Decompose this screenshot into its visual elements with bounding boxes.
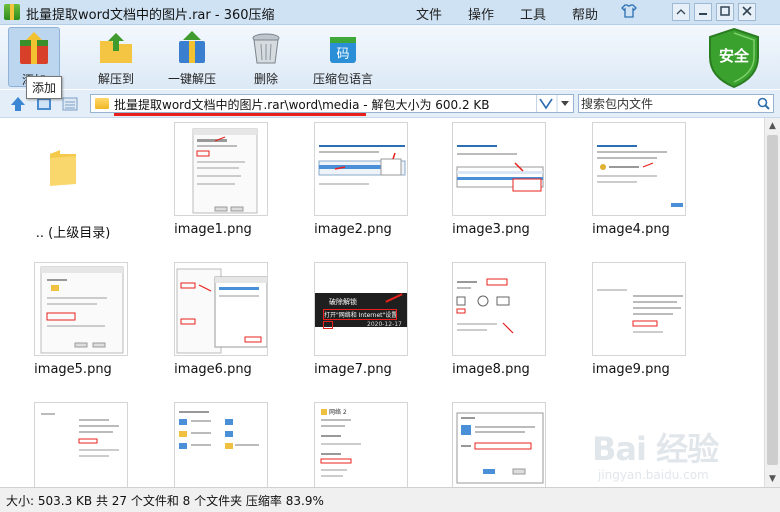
file-item-image9[interactable]: image9.png [566, 258, 696, 386]
menu-operate[interactable]: 操作 [468, 4, 494, 23]
status-bar: 大小: 503.3 KB 共 27 个文件和 8 个文件夹 压缩率 83.9% [0, 487, 780, 512]
watermark-brand: Bai 经验 [592, 430, 719, 468]
path-text: 批量提取word文档中的图片.rar\word\media - 解包大小为 60… [114, 98, 490, 112]
folder-icon [95, 98, 109, 109]
search-icon[interactable] [757, 97, 770, 110]
file-item-image6[interactable]: image6.png [148, 258, 278, 386]
archive-language-icon: 码 [330, 37, 356, 63]
scroll-down-icon[interactable]: ▼ [765, 471, 780, 487]
path-field[interactable]: 批量提取word文档中的图片.rar\word\media - 解包大小为 60… [90, 94, 574, 113]
path-dropdown[interactable] [536, 95, 573, 112]
add-archive-icon [20, 32, 48, 64]
add-tooltip: 添加 [26, 76, 63, 99]
path-highlight-underline [114, 113, 366, 116]
trash-icon [252, 33, 280, 64]
file-item-image4[interactable]: image4.png [566, 118, 696, 246]
file-item-image1[interactable]: image1.png [148, 118, 278, 246]
close-icon[interactable] [738, 3, 756, 21]
delete-label: 删除 [253, 72, 278, 86]
extract-to-label: 解压到 [97, 72, 134, 86]
archive-language-button[interactable]: 码 压缩包语言 [306, 27, 380, 87]
search-box[interactable] [578, 94, 774, 113]
one-click-extract-icon [179, 31, 205, 63]
image9-thumb [592, 262, 686, 356]
image12-thumb: 网络 2 [314, 402, 408, 487]
image10-thumb [34, 402, 128, 487]
title-bar: 批量提取word文档中的图片.rar - 360压缩 文件 操作 工具 帮助 [0, 0, 780, 25]
file-item-image13[interactable] [426, 398, 556, 487]
image2-thumb [314, 122, 408, 216]
file-item-image2[interactable]: image2.png [288, 118, 418, 246]
maximize-icon[interactable] [716, 3, 734, 21]
toolbar: 添加 解压到 一键解压 删除 [0, 25, 780, 89]
settings-icon[interactable] [672, 3, 690, 21]
app-window: 批量提取word文档中的图片.rar - 360压缩 文件 操作 工具 帮助 解… [0, 0, 780, 512]
file-item-image12[interactable]: 网络 2 [288, 398, 418, 487]
app-archive-icon [4, 4, 20, 20]
file-name: image5.png [34, 362, 112, 377]
archive-language-label: 压缩包语言 [312, 72, 373, 86]
one-click-extract-label: 一键解压 [167, 72, 216, 86]
one-click-extract-button[interactable]: 一键解压 [164, 27, 220, 87]
security-shield-badge[interactable]: 安全 [706, 27, 762, 89]
svg-text:码: 码 [336, 47, 349, 62]
window-title: 批量提取word文档中的图片.rar - 360压缩 [26, 8, 275, 23]
file-item-image8[interactable]: image8.png [426, 258, 556, 386]
menu-tools[interactable]: 工具 [520, 4, 546, 23]
skin-shirt-icon[interactable] [620, 3, 638, 21]
baidu-jingyan-watermark: Bai 经验 jingyan.baidu.com [592, 424, 722, 486]
image8-thumb [452, 262, 546, 356]
scroll-thumb[interactable] [767, 135, 778, 465]
image1-thumb [174, 122, 268, 216]
file-name: image6.png [174, 362, 252, 377]
menu-file[interactable]: 文件 [416, 4, 442, 23]
image4-thumb [592, 122, 686, 216]
file-name: .. (上级目录) [35, 226, 111, 241]
parent-folder-thumb [34, 122, 128, 216]
file-name: image7.png [314, 362, 392, 377]
file-name: image9.png [592, 362, 670, 377]
folder-icon [50, 150, 76, 186]
search-input[interactable] [581, 96, 751, 111]
file-item-image7[interactable]: 破除解锁 打开"网络和 Internet"设置 2020-12-17 image… [288, 258, 418, 386]
file-item-image5[interactable]: image5.png [8, 258, 138, 386]
up-arrow-icon[interactable] [10, 96, 26, 112]
file-name: image2.png [314, 222, 392, 237]
image7-title: 破除解锁 [329, 298, 357, 306]
image7-thumb: 破除解锁 打开"网络和 Internet"设置 2020-12-17 [314, 262, 408, 356]
file-item-parent[interactable]: .. (上级目录) [8, 118, 138, 246]
security-label: 安全 [718, 47, 749, 65]
file-name: image4.png [592, 222, 670, 237]
list-view-icon[interactable] [62, 96, 78, 112]
chevron-down-icon [539, 98, 553, 110]
vertical-scrollbar[interactable]: ▲ ▼ [764, 118, 780, 487]
image3-thumb [452, 122, 546, 216]
scroll-up-icon[interactable]: ▲ [765, 118, 780, 134]
minimize-icon[interactable] [694, 3, 712, 21]
file-item-image3[interactable]: image3.png [426, 118, 556, 246]
file-name: image1.png [174, 222, 252, 237]
image11-thumb [174, 402, 268, 487]
watermark-site: jingyan.baidu.com [598, 468, 709, 482]
delete-button[interactable]: 删除 [242, 27, 290, 87]
status-text: 大小: 503.3 KB 共 27 个文件和 8 个文件夹 压缩率 83.9% [6, 494, 324, 508]
file-name: image3.png [452, 222, 530, 237]
file-item-image10[interactable] [8, 398, 138, 487]
file-item-image11[interactable] [148, 398, 278, 487]
image7-banner: 打开"网络和 Internet"设置 [323, 309, 397, 320]
image7-date: 2020-12-17 [367, 321, 402, 328]
menu-help[interactable]: 帮助 [572, 4, 598, 23]
extract-to-button[interactable]: 解压到 [92, 27, 140, 87]
image5-thumb [34, 262, 128, 356]
extract-to-icon [100, 33, 132, 63]
image13-thumb [452, 402, 546, 487]
image6-thumb [174, 262, 268, 356]
file-name: image8.png [452, 362, 530, 377]
